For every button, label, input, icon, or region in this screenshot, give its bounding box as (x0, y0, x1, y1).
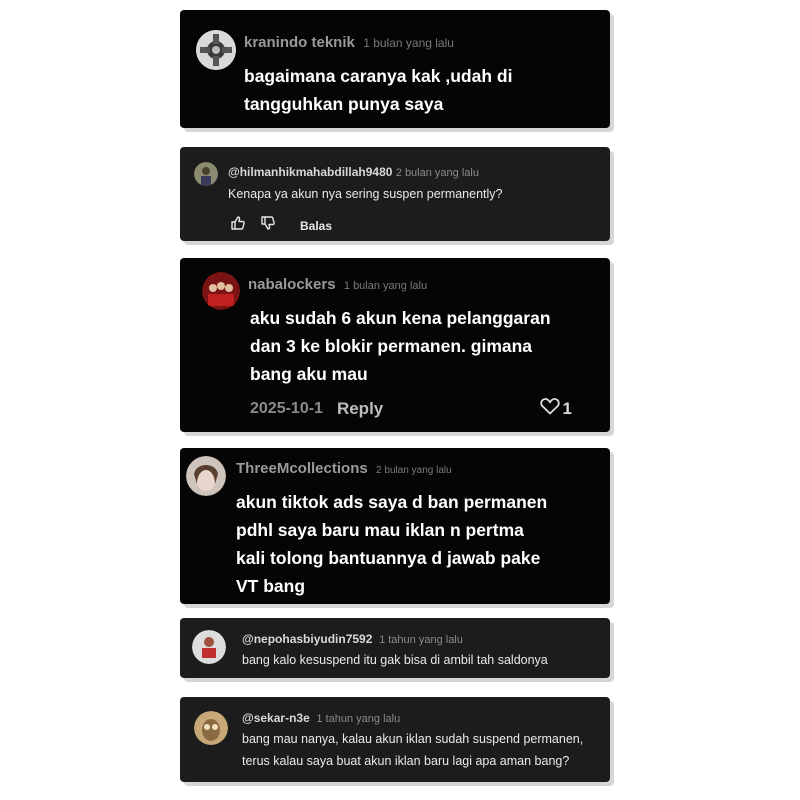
username[interactable]: @hilmanhikmahabdillah9480 (228, 165, 392, 179)
comment-author[interactable]: nabalockers 1 bulan yang lalu (248, 276, 427, 293)
comment-text: Kenapa ya akun nya sering suspen permane… (228, 183, 503, 205)
comment-date: 2025-10-1 (250, 399, 323, 417)
comment-author[interactable]: @sekar-n3e 1 tahun yang lalu (242, 711, 400, 725)
comment-card: nabalockers 1 bulan yang lalu aku sudah … (180, 258, 610, 432)
reply-button[interactable]: Balas (300, 219, 332, 233)
username[interactable]: @nepohasbiyudin7592 (242, 632, 372, 646)
comment-line: terus kalau saya buat akun iklan baru la… (242, 754, 570, 768)
comment-author[interactable]: ThreeMcollections 2 bulan yang lalu (236, 460, 452, 477)
comment-line: bang mau nanya, kalau akun iklan sudah s… (242, 732, 584, 746)
comment-author[interactable]: kranindo teknik 1 bulan yang lalu (244, 34, 454, 51)
timestamp: 2 bulan yang lalu (395, 167, 479, 179)
like-button[interactable]: 1 (539, 397, 572, 420)
timestamp: 2 bulan yang lalu (376, 465, 452, 476)
comment-text: aku sudah 6 akun kena pelanggaran dan 3 … (250, 304, 551, 388)
comment-card: kranindo teknik 1 bulan yang lalu bagaim… (180, 10, 610, 128)
comment-text: bagaimana caranya kak ,udah di tangguhka… (244, 62, 512, 118)
heart-icon[interactable] (539, 397, 560, 420)
like-count: 1 (562, 398, 572, 418)
timestamp: 1 tahun yang lalu (379, 634, 463, 646)
comment-actions: Balas (230, 215, 332, 236)
username[interactable]: @sekar-n3e (242, 711, 310, 725)
comment-line: kali tolong bantuannya d jawab pake (236, 548, 541, 568)
comment-card: @hilmanhikmahabdillah9480 2 bulan yang l… (180, 147, 610, 241)
comment-card: @sekar-n3e 1 tahun yang lalu bang mau na… (180, 697, 610, 782)
avatar[interactable] (202, 272, 240, 310)
avatar[interactable] (194, 162, 218, 186)
comment-line: Kenapa ya akun nya sering suspen permane… (228, 187, 503, 201)
comment-line: bagaimana caranya kak ,udah di (244, 66, 513, 86)
avatar[interactable] (194, 711, 228, 745)
comment-line: aku sudah 6 akun kena pelanggaran (250, 308, 551, 328)
comment-text: akun tiktok ads saya d ban permanen pdhl… (236, 488, 547, 600)
comment-line: akun tiktok ads saya d ban permanen (236, 492, 548, 512)
comment-line: bang aku mau (250, 364, 368, 384)
username[interactable]: ThreeMcollections (236, 460, 368, 477)
comment-line: tangguhkan punya saya (244, 94, 444, 114)
timestamp: 1 bulan yang lalu (343, 280, 428, 292)
comment-author[interactable]: @hilmanhikmahabdillah9480 2 bulan yang l… (228, 165, 479, 179)
comment-line: bang kalo kesuspend itu gak bisa di ambi… (242, 653, 548, 667)
comment-line: pdhl saya baru mau iklan n pertma (236, 520, 524, 540)
avatar[interactable] (186, 456, 226, 496)
timestamp: 1 bulan yang lalu (363, 36, 454, 50)
comment-card: ThreeMcollections 2 bulan yang lalu akun… (180, 448, 610, 604)
thumbs-down-icon[interactable] (260, 215, 276, 236)
avatar[interactable] (196, 30, 236, 70)
username[interactable]: nabalockers (248, 276, 336, 293)
thumbs-up-icon[interactable] (230, 215, 246, 236)
comment-text: bang kalo kesuspend itu gak bisa di ambi… (242, 649, 548, 671)
reply-button[interactable]: Reply (337, 399, 383, 419)
comment-author[interactable]: @nepohasbiyudin7592 1 tahun yang lalu (242, 632, 463, 646)
comment-line: VT bang (236, 576, 306, 596)
username[interactable]: kranindo teknik (244, 34, 355, 51)
comment-line: dan 3 ke blokir permanen. gimana (250, 336, 533, 356)
timestamp: 1 tahun yang lalu (316, 713, 401, 725)
comment-text: bang mau nanya, kalau akun iklan sudah s… (242, 728, 583, 772)
comment-footer: 2025-10-1 Reply 1 (250, 397, 572, 420)
comment-card: @nepohasbiyudin7592 1 tahun yang lalu ba… (180, 618, 610, 678)
avatar[interactable] (192, 630, 226, 664)
